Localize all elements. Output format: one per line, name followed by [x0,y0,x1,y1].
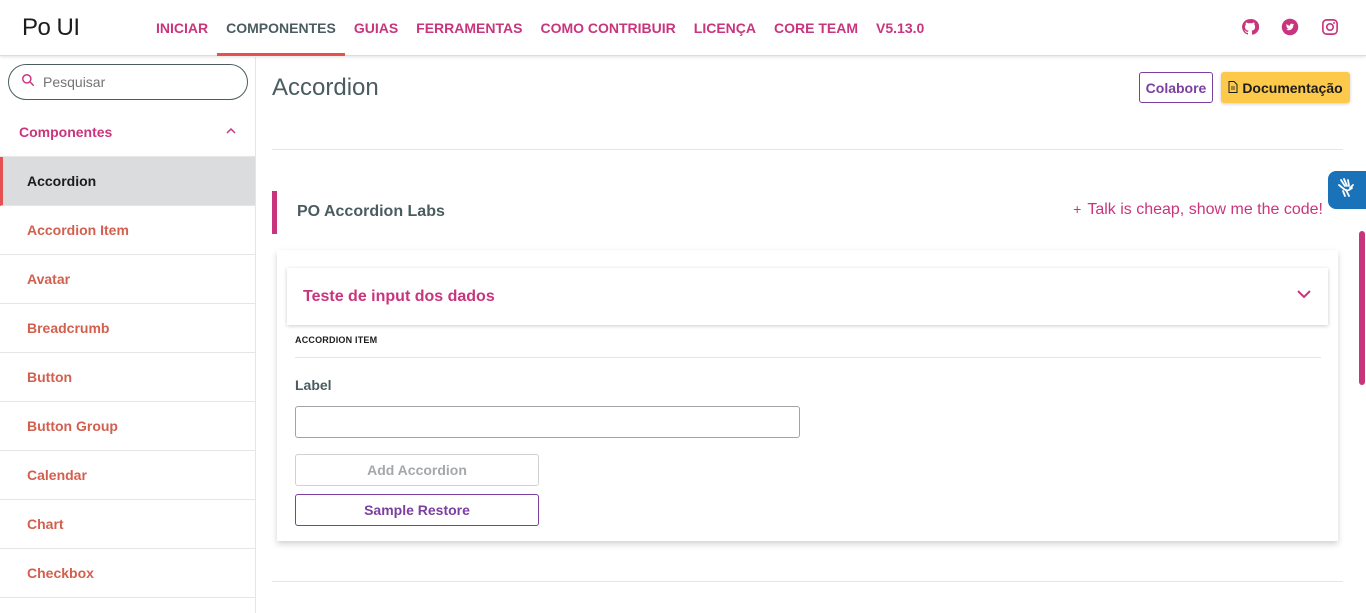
sidebar-item-accordion[interactable]: Accordion [0,157,255,206]
sidebar-item-button-group[interactable]: Button Group [0,402,255,451]
sidebar-group-componentes[interactable]: Componentes [0,108,255,157]
label-input[interactable] [295,406,800,438]
nav-item-ferramentas[interactable]: FERRAMENTAS [407,0,531,56]
instagram-icon[interactable] [1320,17,1340,37]
label-field-label: Label [295,377,332,393]
sidebar-item-button[interactable]: Button [0,353,255,402]
page-title: Accordion [272,74,379,101]
show-code-link[interactable]: + Talk is cheap, show me the code! [1073,201,1323,219]
sample-restore-button[interactable]: Sample Restore [295,494,539,526]
github-icon[interactable] [1240,17,1260,37]
documentation-button[interactable]: Documentação [1221,72,1350,103]
logo[interactable]: Po UI [22,14,80,42]
nav-item-como-contribuir[interactable]: COMO CONTRIBUIR [531,0,684,56]
chevron-down-icon [1296,286,1312,307]
sidebar-item-calendar[interactable]: Calendar [0,451,255,500]
accordion-header[interactable]: Teste de input dos dados [287,268,1328,325]
divider [272,581,1343,582]
social-links [1240,17,1340,37]
nav-item-componentes[interactable]: COMPONENTES [217,0,345,56]
sidebar-item-checkbox[interactable]: Checkbox [0,549,255,598]
search-icon [21,73,35,92]
top-bar: Po UI INICIAR COMPONENTES GUIAS FERRAMENTAS… [0,0,1366,56]
sidebar-item-avatar[interactable]: Avatar [0,255,255,304]
accessibility-button[interactable] [1328,171,1366,209]
divider [295,357,1321,358]
scrollbar-thumb[interactable] [1359,231,1365,385]
sidebar-item-chart[interactable]: Chart [0,500,255,549]
accordion-title: Teste de input dos dados [303,287,495,305]
twitter-icon[interactable] [1280,17,1300,37]
chevron-up-icon [225,124,237,140]
labs-title: PO Accordion Labs [297,203,445,220]
collab-button[interactable]: Colabore [1139,72,1213,103]
sidebar-group-label: Componentes [19,124,113,140]
accordion-item-label: ACCORDION ITEM [295,335,378,345]
sidebar: Componentes AccordionAccordion ItemAvata… [0,57,256,613]
document-icon [1228,80,1238,96]
show-code-label: Talk is cheap, show me the code! [1087,201,1323,218]
documentation-label: Documentação [1242,79,1343,96]
add-accordion-button[interactable]: Add Accordion [295,454,539,486]
nav-item-core-team[interactable]: CORE TEAM [765,0,867,56]
nav-item-guias[interactable]: GUIAS [345,0,407,56]
plus-icon: + [1073,201,1082,217]
search-input[interactable] [43,74,223,90]
nav-item-iniciar[interactable]: INICIAR [147,0,217,56]
sign-language-icon [1335,176,1359,205]
divider [272,149,1343,150]
main-nav: INICIAR COMPONENTES GUIAS FERRAMENTAS COMO C… [147,0,933,56]
labs-accent-bar [272,191,277,234]
sidebar-item-accordion-item[interactable]: Accordion Item [0,206,255,255]
nav-item-licen-a[interactable]: LICENÇA [685,0,765,56]
sidebar-item-breadcrumb[interactable]: Breadcrumb [0,304,255,353]
nav-item-v5-13-0[interactable]: V5.13.0 [867,0,933,56]
sidebar-list: Accordion Accordion Item Avatar Breadcrumb B… [0,157,255,598]
search-box [8,64,248,100]
